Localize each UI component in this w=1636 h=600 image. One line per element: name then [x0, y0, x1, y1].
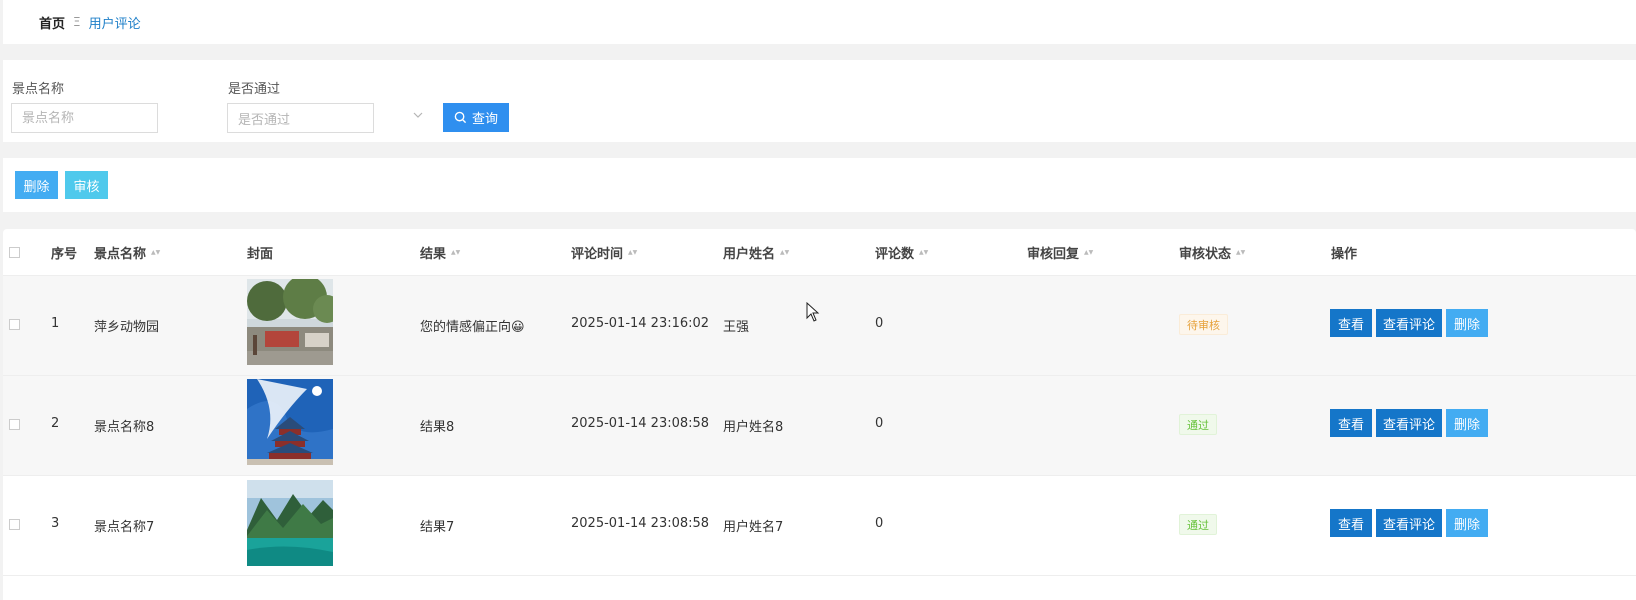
row-user: 用户姓名7 — [723, 520, 784, 535]
chevron-down-icon[interactable] — [412, 109, 426, 123]
action-bar: 删除 审核 — [3, 158, 1636, 212]
cover-image[interactable] — [247, 279, 333, 365]
scenic-name-label: 景点名称 — [12, 82, 65, 97]
search-panel: 景点名称 是否通过 是否通过 查询 — [3, 60, 1636, 142]
row-count: 0 — [875, 416, 884, 431]
bulk-review-button[interactable]: 审核 — [65, 171, 108, 199]
header-status[interactable]: 审核状态 ▲▼ — [1179, 229, 1245, 276]
approved-select-placeholder: 是否通过 — [238, 112, 291, 128]
approved-label: 是否通过 — [228, 82, 281, 97]
cover-image[interactable] — [247, 480, 333, 566]
sort-icon[interactable]: ▲▼ — [451, 249, 460, 256]
status-badge: 通过 — [1179, 414, 1217, 435]
status-badge: 待审核 — [1179, 314, 1228, 335]
cover-image[interactable] — [247, 379, 333, 465]
delete-button[interactable]: 删除 — [1446, 309, 1488, 337]
sort-icon[interactable]: ▲▼ — [780, 249, 789, 256]
row-count: 0 — [875, 316, 884, 331]
header-cover: 封面 — [247, 247, 274, 262]
table-header: 序号 景点名称 ▲▼ 封面 结果 ▲▼ 评论时间 ▲▼ 用户姓名 ▲▼ 评论数 … — [3, 229, 1636, 276]
breadcrumb-home[interactable]: 首页 — [39, 13, 65, 32]
row-user: 用户姓名8 — [723, 420, 784, 435]
header-status-label: 审核状态 — [1179, 247, 1232, 262]
view-button[interactable]: 查看 — [1330, 309, 1372, 337]
header-user-label: 用户姓名 — [723, 247, 776, 262]
row-result: 结果8 — [420, 420, 455, 435]
header-count-label: 评论数 — [875, 247, 915, 262]
header-user[interactable]: 用户姓名 ▲▼ — [723, 229, 789, 276]
row-result: 结果7 — [420, 520, 455, 535]
header-reply[interactable]: 审核回复 ▲▼ — [1027, 229, 1093, 276]
select-all-checkbox[interactable] — [9, 247, 20, 258]
row-count: 0 — [875, 516, 884, 531]
view-comments-button[interactable]: 查看评论 — [1376, 509, 1442, 537]
row-checkbox[interactable] — [9, 519, 20, 530]
header-result[interactable]: 结果 ▲▼ — [420, 229, 460, 276]
header-result-label: 结果 — [420, 247, 447, 262]
sort-icon[interactable]: ▲▼ — [628, 249, 637, 256]
view-comments-button[interactable]: 查看评论 — [1376, 309, 1442, 337]
view-comments-button[interactable]: 查看评论 — [1376, 409, 1442, 437]
header-time-label: 评论时间 — [571, 247, 624, 262]
view-button[interactable]: 查看 — [1330, 509, 1372, 537]
delete-button[interactable]: 删除 — [1446, 409, 1488, 437]
row-time: 2025-01-14 23:08:58 — [571, 416, 710, 431]
row-index: 1 — [51, 316, 60, 331]
header-count[interactable]: 评论数 ▲▼ — [875, 229, 928, 276]
row-index: 3 — [51, 516, 60, 531]
header-scenic-label: 景点名称 — [94, 247, 147, 262]
bulk-delete-button[interactable]: 删除 — [15, 171, 58, 199]
table-row: 3 景点名称7 结果7 2025-01-14 23:08:58 用户姓名7 0 … — [3, 476, 1636, 576]
view-button[interactable]: 查看 — [1330, 409, 1372, 437]
row-scenic: 景点名称8 — [94, 420, 155, 435]
sort-icon[interactable]: ▲▼ — [919, 249, 928, 256]
table-row: 2 景点名称8 结果8 2025-01-14 23:08:58 用户姓名8 0 … — [3, 376, 1636, 476]
header-reply-label: 审核回复 — [1027, 247, 1080, 262]
sort-icon[interactable]: ▲▼ — [1236, 249, 1245, 256]
delete-button[interactable]: 删除 — [1446, 509, 1488, 537]
breadcrumb-separator-icon: Ξ — [73, 15, 81, 29]
mouse-cursor-icon — [806, 302, 820, 322]
row-user: 王强 — [723, 320, 750, 335]
row-time: 2025-01-14 23:16:02 — [571, 316, 710, 331]
search-button[interactable]: 查询 — [443, 103, 509, 132]
row-result: 您的情感偏正向😀 — [420, 320, 525, 335]
row-checkbox[interactable] — [9, 319, 20, 330]
status-badge: 通过 — [1179, 514, 1217, 535]
header-time[interactable]: 评论时间 ▲▼ — [571, 229, 637, 276]
table-row: 1 萍乡动物园 您的情感偏正向😀 2025-01-14 23:16:02 王强 … — [3, 276, 1636, 376]
search-button-label: 查询 — [471, 112, 498, 127]
comments-table: 序号 景点名称 ▲▼ 封面 结果 ▲▼ 评论时间 ▲▼ 用户姓名 ▲▼ 评论数 … — [3, 229, 1636, 600]
breadcrumb: 首页 Ξ 用户评论 — [3, 0, 1636, 44]
search-icon — [454, 111, 467, 124]
header-index: 序号 — [51, 247, 78, 262]
row-checkbox[interactable] — [9, 419, 20, 430]
sort-icon[interactable]: ▲▼ — [151, 249, 160, 256]
row-time: 2025-01-14 23:08:58 — [571, 516, 710, 531]
scenic-name-input[interactable] — [11, 103, 158, 133]
row-index: 2 — [51, 416, 60, 431]
sort-icon[interactable]: ▲▼ — [1084, 249, 1093, 256]
header-ops: 操作 — [1331, 247, 1358, 262]
row-scenic: 景点名称7 — [94, 520, 155, 535]
approved-select[interactable]: 是否通过 — [227, 103, 374, 133]
row-scenic: 萍乡动物园 — [94, 320, 160, 335]
breadcrumb-current: 用户评论 — [88, 16, 141, 32]
header-scenic[interactable]: 景点名称 ▲▼ — [94, 229, 160, 276]
